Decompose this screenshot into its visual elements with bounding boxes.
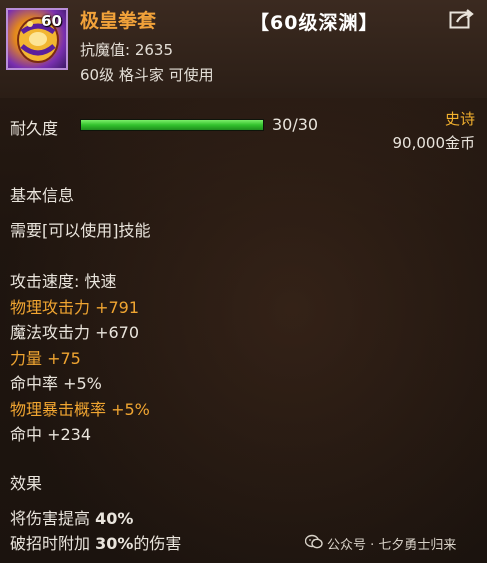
skill-requirement: 需要[可以使用]技能 bbox=[10, 221, 151, 240]
effects-title: 效果 bbox=[10, 474, 43, 493]
stat-line: 攻击速度: 快速 bbox=[10, 272, 117, 291]
durability-bar-fill bbox=[81, 120, 263, 130]
effect-text: 的伤害 bbox=[133, 534, 182, 553]
effect-line: 破招时附加 30%的伤害 bbox=[10, 530, 181, 554]
item-name: 极皇拳套 bbox=[80, 10, 157, 32]
effect-text: 破招时附加 bbox=[10, 534, 96, 553]
effect-value: 30% bbox=[95, 534, 134, 553]
watermark-text: 公众号 · 七夕勇士归来 bbox=[327, 538, 457, 553]
effect-value: 40% bbox=[95, 509, 134, 528]
durability-label: 耐久度 bbox=[10, 119, 59, 138]
basic-info-title: 基本信息 bbox=[10, 186, 75, 205]
anti-magic-value: 抗魔值: 2635 bbox=[80, 41, 173, 59]
price-label: 90,000金币 bbox=[392, 134, 476, 152]
rarity-label: 史诗 bbox=[444, 110, 475, 128]
durability-value: 30/30 bbox=[272, 115, 319, 134]
durability-bar bbox=[80, 119, 264, 131]
item-header bbox=[0, 0, 487, 98]
share-icon[interactable] bbox=[449, 8, 475, 30]
wechat-icon bbox=[304, 534, 323, 550]
effect-line: 将伤害提高 40% bbox=[10, 505, 133, 529]
item-tooltip: 60 极皇拳套 【60级深渊】 抗魔值: 2635 60级 格斗家 可使用 耐久… bbox=[0, 0, 487, 563]
stat-line: 物理攻击力 +791 bbox=[10, 298, 140, 317]
dungeon-tag: 【60级深渊】 bbox=[250, 12, 379, 34]
stat-line: 力量 +75 bbox=[10, 349, 81, 368]
gauntlet-icon: 60 bbox=[6, 8, 68, 70]
stat-line: 命中 +234 bbox=[10, 425, 92, 444]
item-level-badge: 60 bbox=[41, 12, 62, 30]
stat-line: 魔法攻击力 +670 bbox=[10, 323, 140, 342]
usable-requirement: 60级 格斗家 可使用 bbox=[80, 66, 214, 84]
stat-line: 物理暴击概率 +5% bbox=[10, 400, 150, 419]
effect-text: 将伤害提高 bbox=[10, 509, 96, 528]
stat-line: 命中率 +5% bbox=[10, 374, 102, 393]
